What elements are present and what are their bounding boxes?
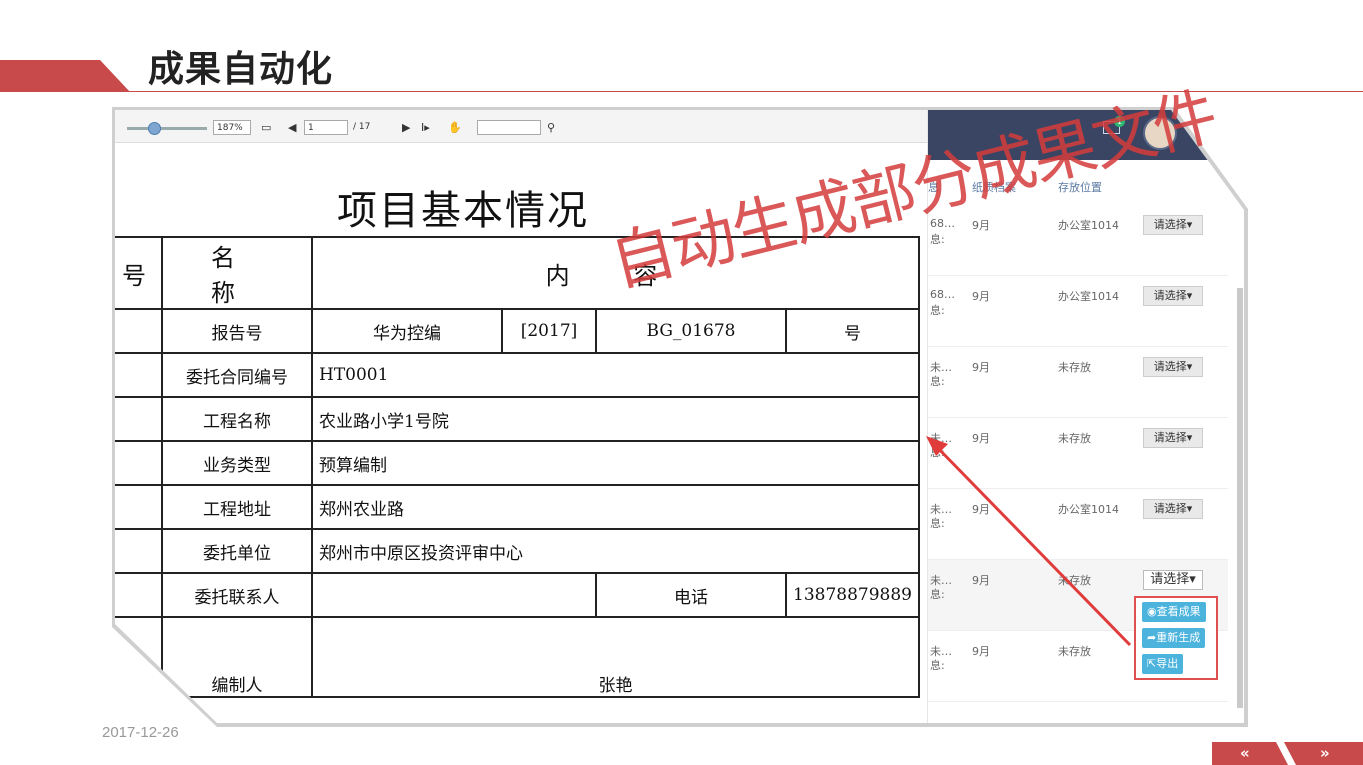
pdf-toolbar: 187% ▭ ◀ 1 / 17 ▶ I▸ ✋ ⚲ [115, 110, 927, 143]
regenerate-button[interactable]: ➦重新生成 [1142, 628, 1206, 648]
row-label: 委托合同编号 [161, 352, 313, 398]
table-row: 工程地址 郑州农业路 [115, 484, 920, 530]
editor-label: 编制人 [161, 616, 313, 698]
report-suffix: 号 [785, 308, 920, 354]
table-row: 业务类型 预算编制 [115, 440, 920, 486]
next-slide-button[interactable]: » [1320, 744, 1330, 762]
page-total: / 17 [353, 122, 371, 132]
next-page-icon[interactable]: ▶ [402, 120, 410, 135]
view-result-button[interactable]: ◉查看成果 [1142, 602, 1206, 622]
action-select[interactable]: 请选择▾ [1143, 357, 1203, 377]
report-year: [2017] [501, 308, 597, 354]
report-label: 报告号 [161, 308, 313, 354]
row-value: 农业路小学1号院 [311, 396, 920, 442]
row-value: HT0001 [311, 352, 920, 398]
table-row: 工程名称 农业路小学1号院 [115, 396, 920, 442]
row-label: 工程名称 [161, 396, 313, 442]
header-no: 号 [115, 236, 163, 310]
prev-page-icon[interactable]: ◀ [288, 120, 296, 135]
row-label: 业务类型 [161, 440, 313, 486]
table-row: 未… 息: 9月 未存放 请选择▾ [928, 347, 1228, 418]
contact-value [311, 572, 597, 618]
row-label: 委托单位 [161, 528, 313, 574]
arrow-line [930, 440, 1132, 647]
hand-tool-icon[interactable]: ✋ [448, 120, 462, 135]
text-select-icon[interactable]: I▸ [421, 120, 430, 135]
zoom-input[interactable]: 187% [213, 120, 251, 135]
row-value: 郑州农业路 [311, 484, 920, 530]
annotation-arrow [926, 436, 1132, 647]
table-row: 委托联系人 电话 13878879889 [115, 572, 920, 618]
search-icon[interactable]: ⚲ [547, 120, 555, 135]
zoom-slider[interactable] [127, 127, 207, 130]
page-input[interactable]: 1 [304, 120, 348, 135]
report-org: 华为控编 [311, 308, 503, 354]
row-value: 预算编制 [311, 440, 920, 486]
slide-date: 2017-12-26 [102, 724, 179, 741]
action-select[interactable]: 请选择▾ [1143, 215, 1203, 235]
editor-value: 张艳 [311, 616, 920, 698]
action-select-open[interactable]: 请选择▾ [1143, 570, 1203, 590]
action-select[interactable]: 请选择▾ [1143, 499, 1203, 519]
slide-title: 成果自动化 [148, 49, 334, 90]
table-row: 编制人 张艳 [115, 616, 920, 698]
row-value: 郑州市中原区投资评审中心 [311, 528, 920, 574]
phone-label: 电话 [595, 572, 787, 618]
fullscreen-icon[interactable]: ▭ [261, 120, 271, 135]
header-name: 名 称 [161, 236, 313, 310]
project-info-table: 号 名 称 内 容 报告号 华为控编 [2017] BG_01678 号 委托合… [115, 236, 920, 698]
table-row: 报告号 华为控编 [2017] BG_01678 号 [115, 308, 920, 354]
table-row: 68… 息: 9月 办公室1014 请选择▾ [928, 276, 1228, 347]
contact-label: 委托联系人 [161, 572, 313, 618]
action-select[interactable]: 请选择▾ [1143, 286, 1203, 306]
scrollbar[interactable] [1237, 288, 1243, 708]
table-row: 委托单位 郑州市中原区投资评审中心 [115, 528, 920, 574]
document-title: 项目基本情况 [337, 188, 589, 234]
prev-slide-button[interactable]: « [1240, 744, 1250, 762]
header-accent-bar [0, 60, 130, 92]
report-code: BG_01678 [595, 308, 787, 354]
search-input[interactable] [477, 120, 541, 135]
zoom-slider-handle[interactable] [148, 122, 161, 135]
table-row: 委托合同编号 HT0001 [115, 352, 920, 398]
row-label: 工程地址 [161, 484, 313, 530]
action-select[interactable]: 请选择▾ [1143, 428, 1203, 448]
